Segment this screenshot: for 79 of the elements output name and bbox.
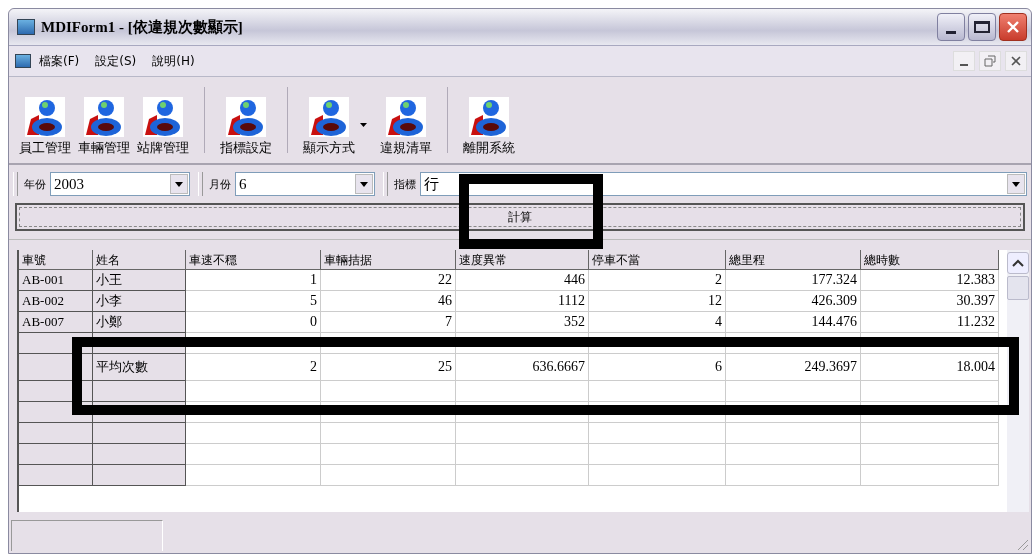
toolbar-button[interactable]: 員工管理 <box>17 97 73 157</box>
row-header-cell: 平均次數 <box>93 354 186 381</box>
table-cell: 2 <box>186 354 321 381</box>
toolbar-button[interactable]: 車輛管理 <box>76 97 132 157</box>
table-cell: 1112 <box>456 291 589 312</box>
caret-down-icon <box>1012 181 1020 187</box>
menu-item[interactable]: 檔案(F) <box>39 50 80 72</box>
row-header-cell: 小王 <box>93 270 186 291</box>
window-title: MDIForm1 - [依違規次數顯示] <box>41 17 244 37</box>
column-header[interactable]: 總里程 <box>726 250 861 270</box>
column-header[interactable]: 停車不當 <box>589 250 726 270</box>
person-icon <box>25 97 65 137</box>
table-cell: 7 <box>321 312 456 333</box>
table-cell: 2 <box>589 270 726 291</box>
person-icon <box>386 97 426 137</box>
scroll-up-button[interactable] <box>1007 252 1029 274</box>
person-icon <box>143 97 183 137</box>
minimize-button[interactable] <box>937 13 965 41</box>
row-header-cell: 小李 <box>93 291 186 312</box>
table-cell: 30.397 <box>861 291 999 312</box>
menu-item[interactable]: 設定(S) <box>95 50 137 72</box>
table-cell: 446 <box>456 270 589 291</box>
dropdown-field[interactable]: 6 <box>235 172 375 196</box>
row-header-cell: 小鄭 <box>93 312 186 333</box>
column-header[interactable]: 車號 <box>19 250 93 270</box>
resize-grip-icon[interactable] <box>1015 537 1029 551</box>
row-header-cell: AB-002 <box>19 291 93 312</box>
compute-button[interactable]: 計算 <box>15 203 1025 231</box>
app-icon <box>17 19 35 35</box>
toolbar-button[interactable]: 指標設定 <box>218 97 274 157</box>
column-header[interactable]: 總時數 <box>861 250 999 270</box>
field-label: 月份 <box>209 176 231 192</box>
field-label: 年份 <box>24 176 46 192</box>
toolbar-button[interactable]: 站牌管理 <box>135 97 191 157</box>
table-cell: 4 <box>589 312 726 333</box>
caret-down-icon <box>360 181 368 187</box>
table-cell: 177.324 <box>726 270 861 291</box>
column-header[interactable]: 速度異常 <box>456 250 589 270</box>
table-cell: 12 <box>589 291 726 312</box>
document-icon <box>15 54 31 68</box>
toolbar-button[interactable]: 離開系統 <box>461 97 517 157</box>
table-cell: 22 <box>321 270 456 291</box>
person-icon <box>226 97 266 137</box>
close-icon <box>1011 56 1021 66</box>
menu-item[interactable]: 說明(H) <box>152 50 195 72</box>
table-cell: 12.383 <box>861 270 999 291</box>
table-cell: 46 <box>321 291 456 312</box>
table-cell: 636.6667 <box>456 354 589 381</box>
table-cell: 1 <box>186 270 321 291</box>
toolbar-button[interactable]: 違規清單 <box>378 97 434 157</box>
caret-down-icon <box>175 181 183 187</box>
restore-icon <box>984 55 996 67</box>
table-cell: 6 <box>589 354 726 381</box>
close-icon <box>1005 19 1021 35</box>
table-cell: 11.232 <box>861 312 999 333</box>
table-cell: 25 <box>321 354 456 381</box>
column-header[interactable]: 車速不穩 <box>186 250 321 270</box>
maximize-button[interactable] <box>968 13 996 41</box>
person-icon <box>84 97 124 137</box>
table-cell: 0 <box>186 312 321 333</box>
row-header-cell: AB-001 <box>19 270 93 291</box>
table-cell: 249.3697 <box>726 354 861 381</box>
person-icon <box>309 97 349 137</box>
column-header[interactable]: 姓名 <box>93 250 186 270</box>
column-header[interactable]: 車輛拮据 <box>321 250 456 270</box>
toolbar-button[interactable]: 顯示方式 <box>301 97 357 157</box>
person-icon <box>469 97 509 137</box>
table-cell: 144.476 <box>726 312 861 333</box>
field-label: 指標 <box>394 176 416 192</box>
row-header-cell: AB-007 <box>19 312 93 333</box>
dropdown-field[interactable]: 2003 <box>50 172 190 196</box>
dropdown-caret-icon[interactable] <box>360 123 367 127</box>
table-cell: 352 <box>456 312 589 333</box>
table-cell: 5 <box>186 291 321 312</box>
scroll-thumb[interactable] <box>1007 276 1029 300</box>
close-button[interactable] <box>999 13 1027 41</box>
caret-up-icon <box>1012 259 1024 267</box>
table-cell: 426.309 <box>726 291 861 312</box>
table-cell: 18.004 <box>861 354 999 381</box>
